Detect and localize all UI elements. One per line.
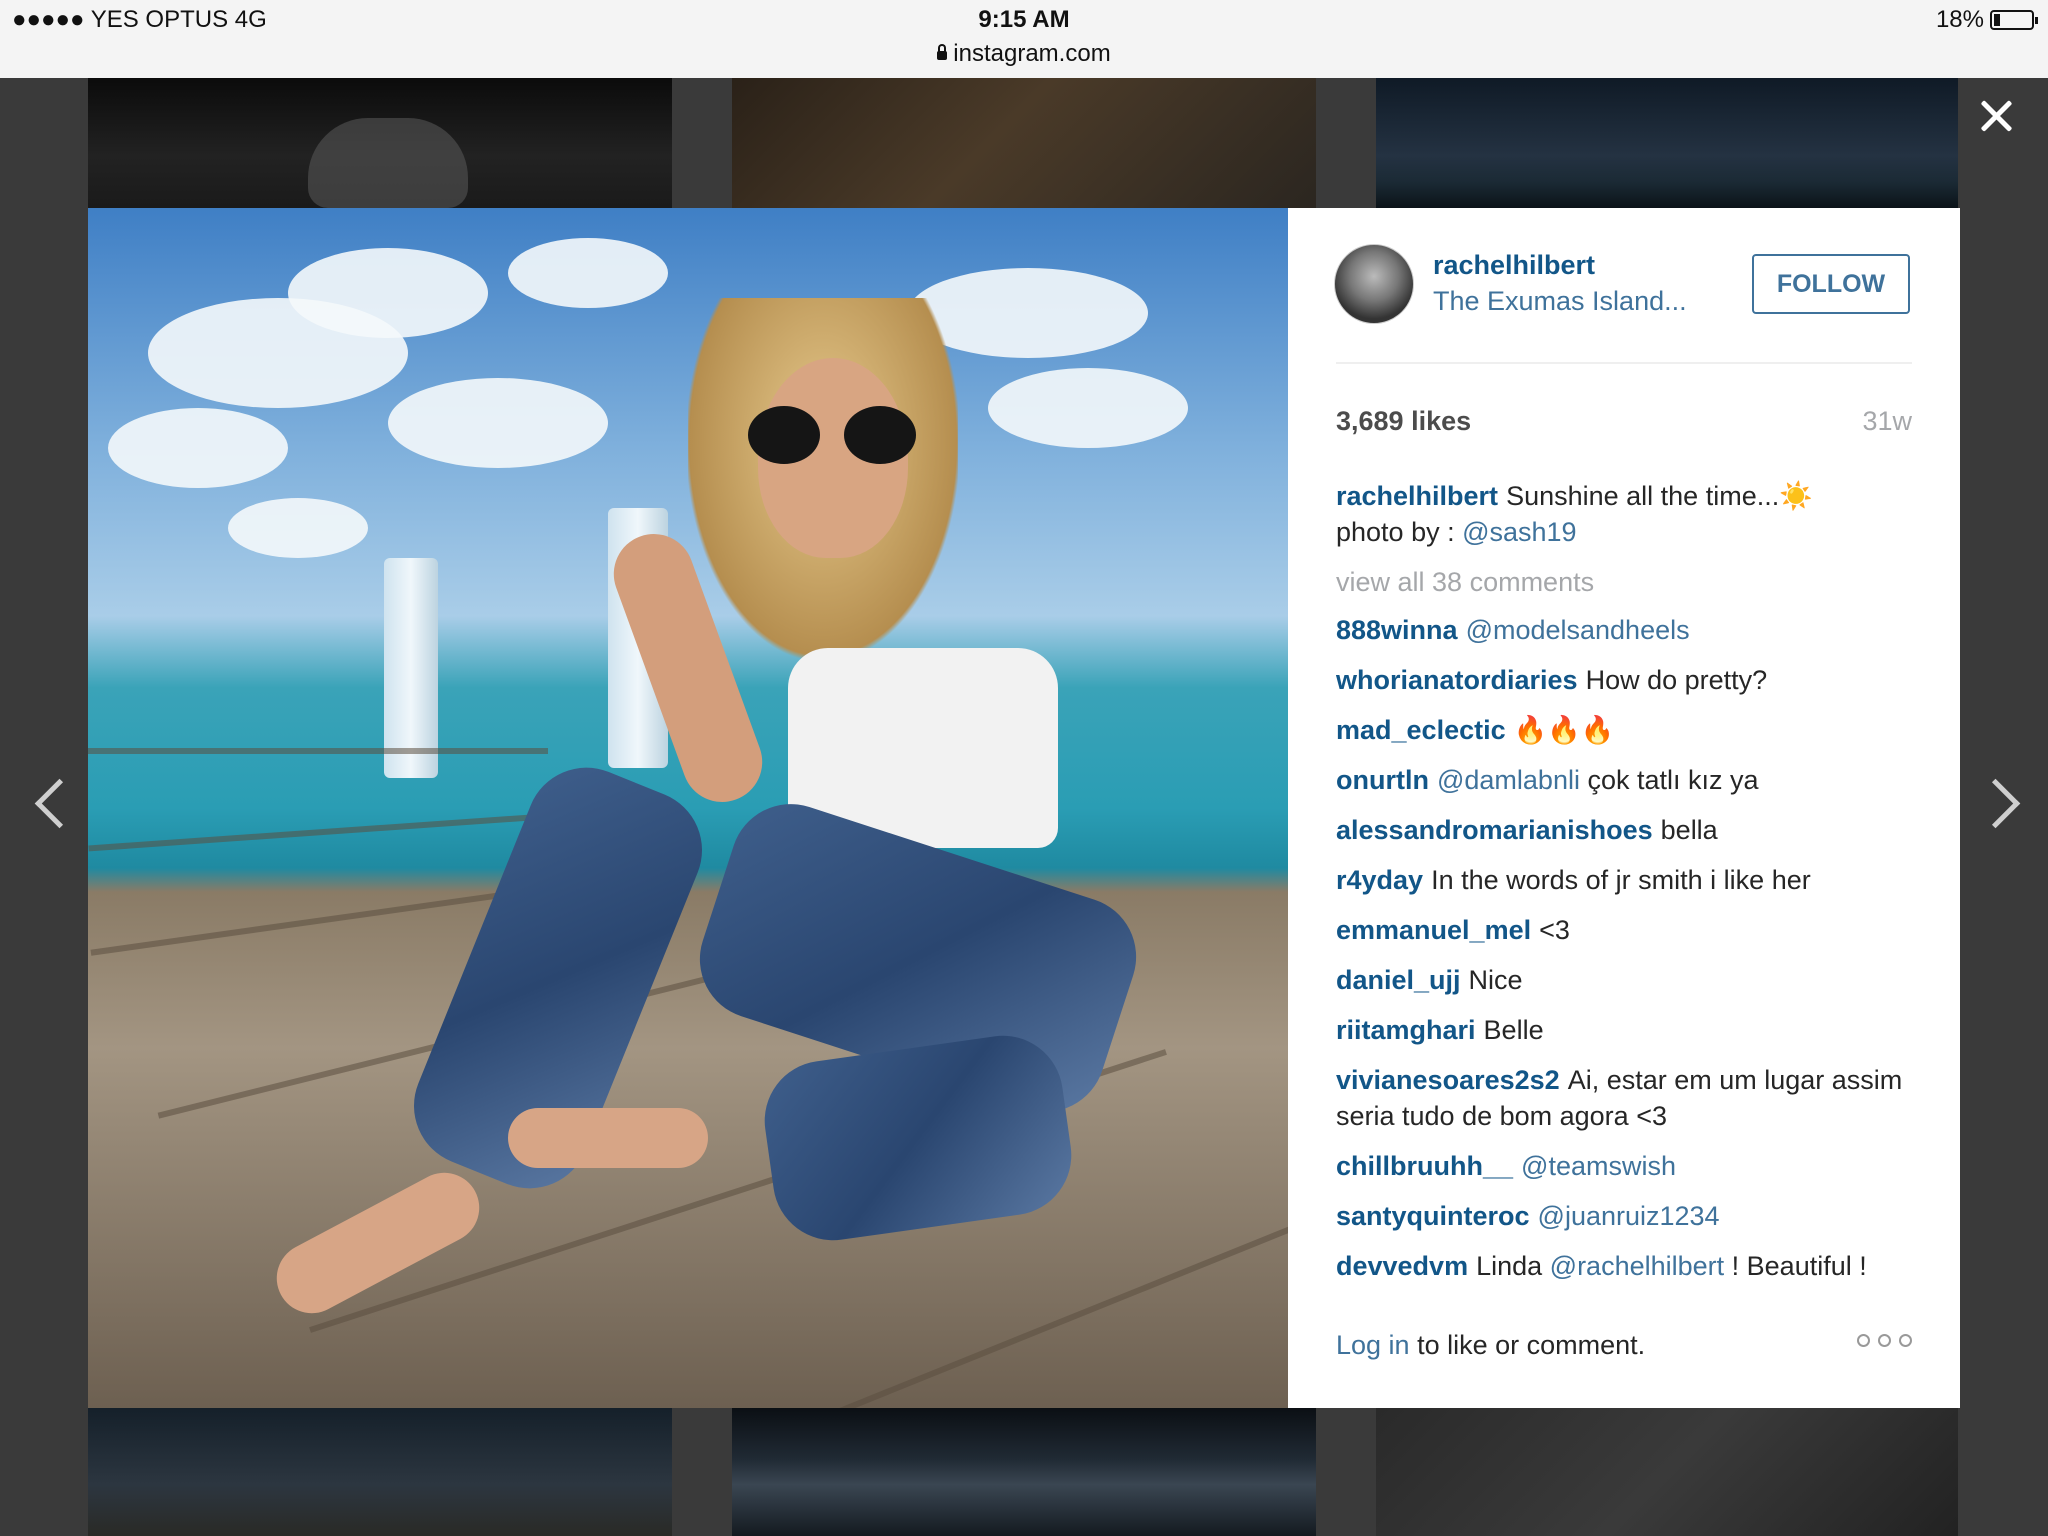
caption: rachelhilbert Sunshine all the time...☀️ … xyxy=(1336,478,1912,550)
comment-text: bella xyxy=(1660,815,1718,845)
grid-thumbnail[interactable] xyxy=(732,78,1316,208)
comment-text: In the words of jr smith i like her xyxy=(1431,865,1811,895)
comment-username[interactable]: mad_eclectic xyxy=(1336,715,1506,745)
caption-credit: photo by : xyxy=(1336,517,1463,547)
comment-mention[interactable]: @juanruiz1234 xyxy=(1538,1201,1720,1231)
address-bar[interactable]: instagram.com xyxy=(0,40,2048,68)
post-age: 31w xyxy=(1862,406,1912,436)
more-options-icon[interactable] xyxy=(1857,1334,1912,1347)
status-bar: ●●●●● YES OPTUS 4G 9:15 AM instagram.com… xyxy=(0,0,2048,78)
grid-thumbnail[interactable] xyxy=(1376,78,1958,208)
comment-username[interactable]: vivianesoares2s2 xyxy=(1336,1065,1560,1095)
grid-thumbnail[interactable] xyxy=(732,1408,1316,1536)
comment-item: riitamghari Belle xyxy=(1336,1012,1912,1048)
comment-text: Linda xyxy=(1476,1251,1550,1281)
next-post-button[interactable] xyxy=(1970,776,2022,836)
comment-mention[interactable]: @damlabnli xyxy=(1437,765,1580,795)
comment-username[interactable]: daniel_ujj xyxy=(1336,965,1461,995)
clock: 9:15 AM xyxy=(978,6,1070,33)
post-details-panel: rachelhilbert The Exumas Island... FOLLO… xyxy=(1288,208,1960,1408)
comment-item: 888winna @modelsandheels xyxy=(1336,612,1912,648)
comment-username[interactable]: onurtln xyxy=(1336,765,1429,795)
caption-username[interactable]: rachelhilbert xyxy=(1336,481,1498,511)
divider xyxy=(1336,362,1912,364)
comment-list: 888winna @modelsandheels whorianatordiarie… xyxy=(1336,612,1912,1284)
comment-item: vivianesoares2s2 Ai, estar em um lugar as… xyxy=(1336,1062,1912,1134)
comment-mention[interactable]: @modelsandheels xyxy=(1466,615,1690,645)
follow-button[interactable]: FOLLOW xyxy=(1752,254,1910,314)
comment-item: santyquinteroc @juanruiz1234 xyxy=(1336,1198,1912,1234)
comment-item: r4yday In the words of jr smith i like he… xyxy=(1336,862,1912,898)
avatar[interactable] xyxy=(1334,244,1414,324)
comment-item: alessandromarianishoes bella xyxy=(1336,812,1912,848)
login-text: to like or comment. xyxy=(1409,1330,1646,1360)
comment-username[interactable]: riitamghari xyxy=(1336,1015,1476,1045)
comment-item: whorianatordiaries How do pretty? xyxy=(1336,662,1912,698)
login-prompt: Log in to like or comment. xyxy=(1336,1330,1912,1361)
comment-text: 🔥🔥🔥 xyxy=(1513,715,1615,745)
comment-text: How do pretty? xyxy=(1585,665,1768,695)
grid-thumbnail[interactable] xyxy=(88,78,672,208)
comment-text: <3 xyxy=(1539,915,1570,945)
comment-item: onurtln @damlabnli çok tatlı kız ya xyxy=(1336,762,1912,798)
comment-text: Nice xyxy=(1468,965,1523,995)
comment-item: devvedvm Linda @rachelhilbert ! Beautiful… xyxy=(1336,1248,1912,1284)
grid-thumbnail[interactable] xyxy=(88,1408,672,1536)
comment-username[interactable]: whorianatordiaries xyxy=(1336,665,1578,695)
comment-mention[interactable]: @rachelhilbert xyxy=(1550,1251,1725,1281)
comment-item: daniel_ujj Nice xyxy=(1336,962,1912,998)
battery-fill xyxy=(1994,14,2001,26)
chevron-right-icon xyxy=(1970,778,2021,829)
post-photo[interactable] xyxy=(88,208,1288,1408)
comment-text: çok tatlı kız ya xyxy=(1579,765,1759,795)
battery-indicator: 18% xyxy=(1935,6,2038,34)
battery-percent: 18% xyxy=(1935,6,1984,33)
login-link[interactable]: Log in xyxy=(1336,1330,1410,1360)
comment-username[interactable]: devvedvm xyxy=(1336,1251,1468,1281)
comment-username[interactable]: chillbruuhh__ xyxy=(1336,1151,1513,1181)
comment-username[interactable]: alessandromarianishoes xyxy=(1336,815,1653,845)
likes-count: 3,689 likes xyxy=(1336,406,1472,436)
comment-username[interactable]: emmanuel_mel xyxy=(1336,915,1531,945)
comment-item: mad_eclectic 🔥🔥🔥 xyxy=(1336,712,1912,748)
caption-text: Sunshine all the time...☀️ xyxy=(1506,481,1813,511)
comment-username[interactable]: santyquinteroc xyxy=(1336,1201,1530,1231)
chevron-left-icon xyxy=(34,778,85,829)
comment-text: ! Beautiful ! xyxy=(1724,1251,1867,1281)
comment-mention[interactable]: @teamswish xyxy=(1521,1151,1676,1181)
view-all-comments-link[interactable]: view all 38 comments xyxy=(1336,564,1912,600)
close-icon[interactable] xyxy=(1976,96,2016,136)
previous-post-button[interactable] xyxy=(30,776,85,836)
caption-mention[interactable]: @sash19 xyxy=(1462,517,1576,547)
lock-icon xyxy=(937,44,948,60)
comment-item: chillbruuhh__ @teamswish xyxy=(1336,1148,1912,1184)
url-text: instagram.com xyxy=(953,40,1111,67)
post-username[interactable]: rachelhilbert xyxy=(1433,250,1595,281)
battery-icon xyxy=(1990,10,2038,30)
comment-item: emmanuel_mel <3 xyxy=(1336,912,1912,948)
post-modal: rachelhilbert The Exumas Island... FOLLO… xyxy=(88,208,1960,1408)
comment-username[interactable]: 888winna xyxy=(1336,615,1458,645)
post-location[interactable]: The Exumas Island... xyxy=(1433,286,1687,317)
comment-text: Belle xyxy=(1483,1015,1544,1045)
comment-username[interactable]: r4yday xyxy=(1336,865,1423,895)
